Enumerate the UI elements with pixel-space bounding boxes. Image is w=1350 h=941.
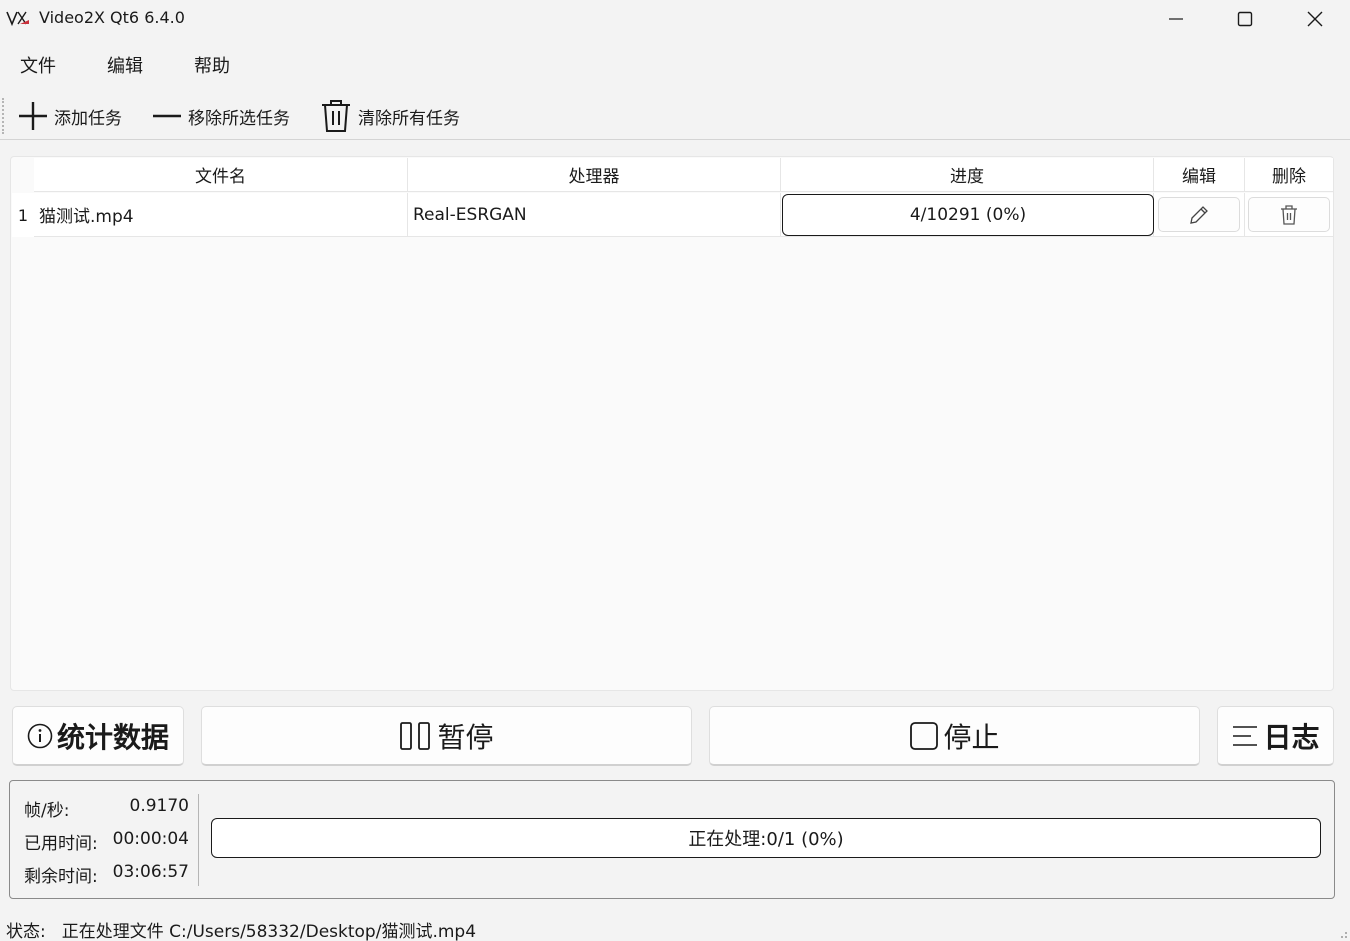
toolbar: 添加任务 移除所选任务 清除所有任务: [0, 92, 1350, 140]
minimize-button[interactable]: [1146, 0, 1206, 38]
log-label: 日志: [1263, 720, 1320, 754]
trash-icon: [1281, 204, 1297, 225]
video2x-logo-icon: [6, 11, 29, 27]
elapsed-value: 00:00:04: [112, 829, 189, 849]
window-title: Video2X Qt6 6.4.0: [39, 8, 185, 27]
pencil-icon: [1190, 205, 1208, 224]
pause-button[interactable]: 暂停: [201, 706, 692, 766]
add-task-label: 添加任务: [54, 108, 122, 129]
close-icon: [1307, 11, 1323, 27]
status-bar: 状态: 正在处理文件 C:/Users/58332/Desktop/猫测试.mp4: [6, 917, 476, 941]
stats-panel: 帧/秒: 0.9170 已用时间: 00:00:04 剩余时间: 03:06:5…: [9, 780, 1335, 899]
edit-task-button[interactable]: [1158, 197, 1240, 232]
log-button[interactable]: 日志: [1217, 706, 1334, 766]
column-header-processor[interactable]: 处理器: [408, 158, 781, 192]
trash-icon: [322, 100, 350, 132]
fps-label: 帧/秒:: [24, 801, 70, 821]
stop-label: 停止: [943, 720, 1000, 754]
remaining-row: 剩余时间: 03:06:57: [24, 862, 189, 887]
overall-progress-bar: 正在处理:0/1 (0%): [211, 818, 1321, 858]
stop-icon: [910, 721, 939, 750]
status-text: 正在处理文件 C:/Users/58332/Desktop/猫测试.mp4: [61, 922, 477, 941]
maximize-button[interactable]: [1215, 0, 1275, 38]
minimize-icon: [1169, 18, 1183, 20]
column-header-filename[interactable]: 文件名: [34, 158, 408, 192]
close-button[interactable]: [1285, 0, 1345, 38]
column-header-delete[interactable]: 删除: [1245, 158, 1333, 192]
elapsed-label: 已用时间:: [24, 834, 98, 854]
remove-selected-button[interactable]: 移除所选任务: [152, 96, 290, 136]
stats-label: 统计数据: [56, 720, 169, 754]
info-icon: [27, 723, 53, 748]
column-header-progress[interactable]: 进度: [781, 158, 1154, 192]
pause-icon: [400, 721, 431, 750]
menu-help[interactable]: 帮助: [194, 52, 230, 78]
pause-label: 暂停: [437, 720, 494, 754]
stats-button[interactable]: 统计数据: [12, 706, 184, 766]
remove-selected-label: 移除所选任务: [188, 108, 290, 129]
toolbar-grip[interactable]: [2, 98, 5, 134]
task-progress-bar: 4/10291 (0%): [782, 194, 1154, 236]
menu-bar: 文件 编辑 帮助: [0, 48, 1350, 82]
clear-all-label: 清除所有任务: [358, 108, 460, 129]
remaining-value: 03:06:57: [112, 862, 189, 882]
task-progress-text: 4/10291 (0%): [909, 205, 1027, 225]
resize-grip-icon[interactable]: [1336, 927, 1348, 939]
stats-divider: [198, 794, 200, 886]
maximize-icon: [1237, 11, 1253, 27]
clear-all-button[interactable]: 清除所有任务: [320, 96, 460, 136]
remaining-label: 剩余时间:: [24, 867, 98, 887]
row-number[interactable]: 1: [12, 193, 34, 237]
column-header-edit[interactable]: 编辑: [1154, 158, 1245, 192]
menu-edit[interactable]: 编辑: [107, 52, 143, 78]
overall-progress-text: 正在处理:0/1 (0%): [688, 829, 844, 850]
minus-icon: [153, 114, 181, 118]
status-label: 状态:: [6, 922, 46, 941]
fps-value: 0.9170: [129, 796, 189, 816]
add-task-button[interactable]: 添加任务: [18, 96, 122, 136]
fps-row: 帧/秒: 0.9170: [24, 796, 189, 821]
filename-cell[interactable]: 猫测试.mp4: [34, 193, 408, 237]
elapsed-row: 已用时间: 00:00:04: [24, 829, 189, 854]
log-list-icon: [1233, 725, 1258, 746]
menu-file[interactable]: 文件: [20, 52, 56, 78]
plus-icon: [19, 102, 47, 130]
task-table: 文件名 处理器 进度 编辑 删除 1 猫测试.mp4 Real-ESRGAN 4…: [10, 156, 1334, 691]
title-bar: Video2X Qt6 6.4.0: [0, 0, 1350, 38]
delete-task-button[interactable]: [1248, 197, 1330, 232]
processor-cell[interactable]: Real-ESRGAN: [408, 193, 781, 237]
stop-button[interactable]: 停止: [709, 706, 1200, 766]
